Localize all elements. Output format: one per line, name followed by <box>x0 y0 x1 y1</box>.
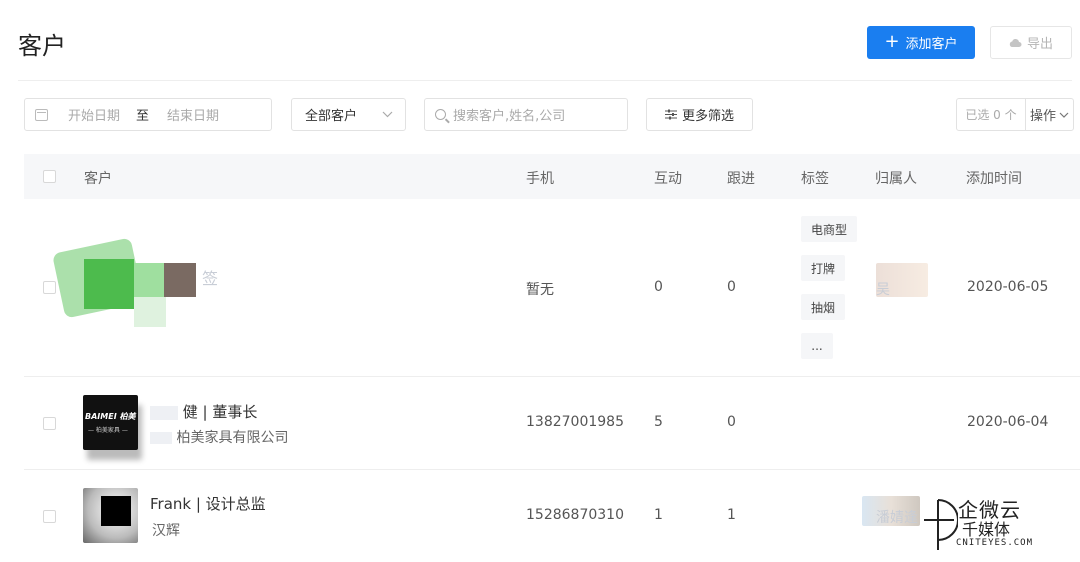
watermark-logo-icon <box>924 499 958 550</box>
more-filters-label: 更多筛选 <box>681 109 734 124</box>
chevron-down-icon <box>1059 112 1069 118</box>
more-filters-button[interactable]: 更多筛选 <box>646 98 753 131</box>
interactions-cell: 5 <box>654 414 663 430</box>
operation-label: 操作 <box>1029 109 1056 124</box>
watermark-site: CNITEYES.COM <box>956 538 1034 548</box>
date-end-placeholder: 结束日期 <box>167 109 220 124</box>
phone-cell: 15286870310 <box>526 507 624 523</box>
tag-badge[interactable]: 打牌 <box>801 255 845 281</box>
chevron-down-icon <box>382 111 393 118</box>
followups-cell: 1 <box>727 507 736 523</box>
tag-badge[interactable]: 抽烟 <box>801 294 845 320</box>
avatar-logo-subtext: — 柏美家具 — <box>88 427 128 434</box>
phone-cell: 暂无 <box>526 282 554 298</box>
row-checkbox[interactable] <box>43 417 56 430</box>
avatar <box>52 237 196 329</box>
avatar <box>83 488 138 543</box>
phone-cell: 13827001985 <box>526 414 624 430</box>
column-interactions: 互动 <box>654 171 682 187</box>
calendar-icon <box>35 108 48 121</box>
owner-name: 吴 <box>876 282 890 298</box>
date-range-picker[interactable]: 开始日期 至 结束日期 <box>24 98 272 131</box>
column-customer: 客户 <box>84 171 112 187</box>
select-all-checkbox[interactable] <box>43 170 56 183</box>
followups-cell: 0 <box>727 414 736 430</box>
interactions-cell: 0 <box>654 279 663 295</box>
customer-scope-value: 全部客户 <box>305 109 358 124</box>
customer-name: Frank | 设计总监 <box>150 495 266 513</box>
add-customer-button[interactable]: + 添加客户 <box>867 26 975 59</box>
tag-badge[interactable]: 电商型 <box>801 216 857 242</box>
watermark: 企微云 千媒体 CNITEYES.COM <box>918 494 1068 556</box>
avatar-logo-text: BAIMEI 柏美 <box>85 412 136 421</box>
customer-label: 签 <box>202 269 219 288</box>
customer-name: 健 | 董事长 <box>150 401 257 422</box>
operation-dropdown[interactable]: 操作 <box>1025 98 1074 131</box>
column-added-time: 添加时间 <box>966 171 1022 187</box>
owner-name: 潘婧逢 <box>876 510 918 526</box>
column-phone: 手机 <box>526 171 554 187</box>
customer-company: 汉辉 <box>152 523 180 539</box>
header-divider <box>18 80 1072 81</box>
added-time-cell: 2020-06-05 <box>967 279 1049 295</box>
followups-cell: 0 <box>727 279 736 295</box>
column-tags: 标签 <box>801 171 829 187</box>
sliders-icon <box>664 109 677 120</box>
page-title: 客户 <box>18 32 66 60</box>
export-label: 导出 <box>1026 37 1053 52</box>
watermark-secondary-text: 千媒体 <box>962 520 1011 539</box>
column-owner: 归属人 <box>875 171 917 187</box>
plus-icon: + <box>884 30 900 52</box>
selected-count: 已选 0 个 <box>956 98 1026 131</box>
avatar: BAIMEI 柏美 — 柏美家具 — <box>83 395 138 450</box>
table-row[interactable]: BAIMEI 柏美 — 柏美家具 — 健 | 董事长 柏美家具有限公司 1382… <box>24 377 1080 470</box>
search-placeholder: 搜索客户,姓名,公司 <box>453 109 566 124</box>
search-input[interactable]: 搜索客户,姓名,公司 <box>424 98 628 131</box>
add-customer-label: 添加客户 <box>905 37 958 52</box>
date-start-placeholder: 开始日期 <box>68 109 121 124</box>
row-checkbox[interactable] <box>43 510 56 523</box>
table-header: 客户 手机 互动 跟进 标签 归属人 添加时间 <box>24 154 1080 199</box>
customer-company: 柏美家具有限公司 <box>150 427 288 447</box>
added-time-cell: 2020-06-04 <box>967 414 1049 430</box>
cloud-icon <box>1009 38 1022 47</box>
export-button[interactable]: 导出 <box>990 26 1072 59</box>
customer-scope-select[interactable]: 全部客户 <box>291 98 406 131</box>
interactions-cell: 1 <box>654 507 663 523</box>
search-icon <box>435 109 446 120</box>
date-separator: 至 <box>136 109 150 124</box>
column-followups: 跟进 <box>727 171 755 187</box>
table-row[interactable]: 签 暂无 0 0 电商型 打牌 抽烟 ... 吴 2020-06-05 <box>24 199 1080 377</box>
tag-more[interactable]: ... <box>801 333 833 359</box>
